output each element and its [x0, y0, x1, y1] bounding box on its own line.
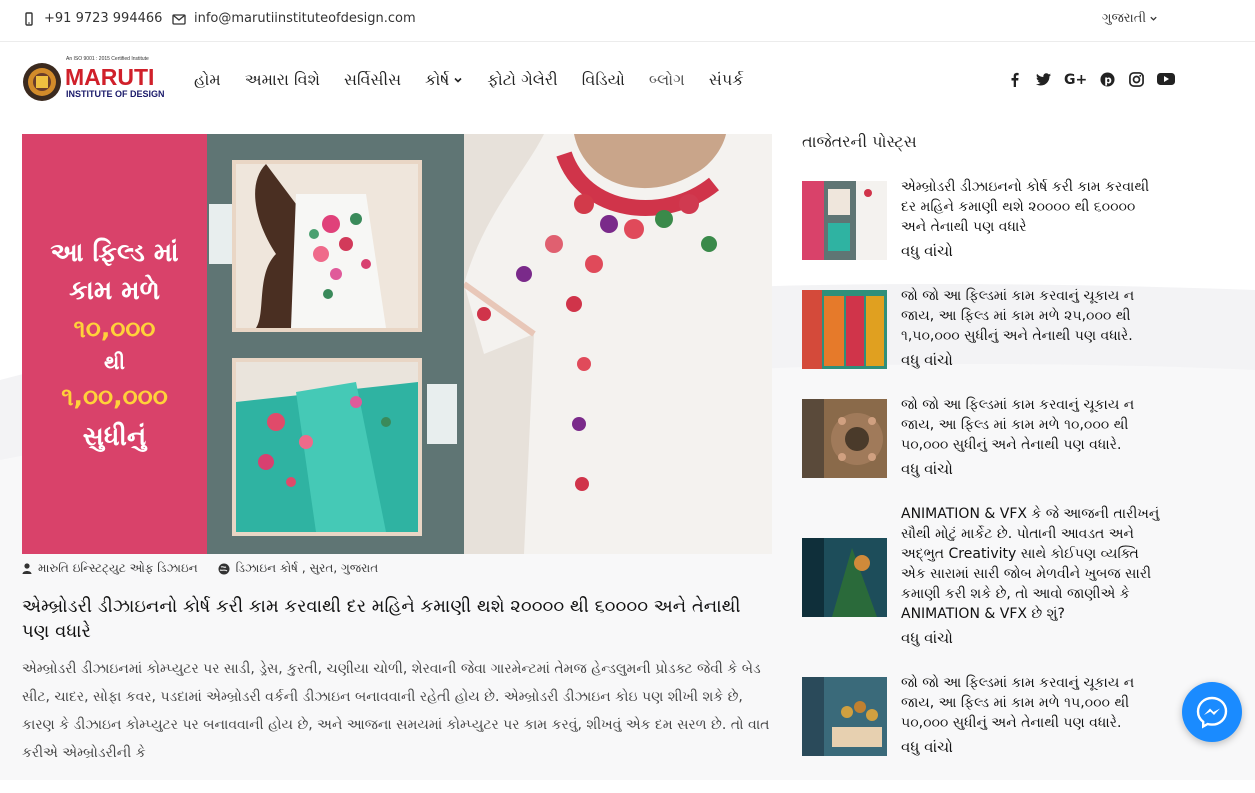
recent-post-thumbnail[interactable]	[802, 677, 887, 756]
recent-posts-sidebar: તાજેતરની પોસ્ટ્સ એમ્બ્રોડરી ડીઝાઇનનો કોર…	[802, 132, 1172, 756]
nav-contact-label: સંપર્ક	[708, 70, 744, 89]
svg-text:G+: G+	[1064, 72, 1086, 86]
banner-line-3: ૧૦,૦૦૦	[73, 314, 156, 343]
recent-post-title[interactable]: જો જો આ ફિલ્ડમાં કામ કરવાનું ચૂકાય ન જાય…	[901, 395, 1163, 455]
recent-post-thumbnail[interactable]	[802, 399, 887, 478]
read-more-link[interactable]: વધુ વાંચો	[901, 351, 953, 369]
svg-text:p: p	[1104, 74, 1111, 86]
nav-courses[interactable]: કોર્ષ	[425, 70, 463, 90]
recent-post-title[interactable]: જો જો આ ફિલ્ડમાં કામ કરવાનું ચૂકાય ન જાય…	[901, 673, 1163, 733]
recent-post-thumbnail[interactable]	[802, 290, 887, 369]
dress-photo	[232, 160, 422, 332]
nav-home-label: હોમ	[194, 70, 221, 89]
recent-post-thumbnail[interactable]	[802, 538, 887, 617]
read-more-link[interactable]: વધુ વાંચો	[901, 460, 953, 478]
phone-contact[interactable]: +91 9723 994466	[22, 11, 162, 26]
recent-post-thumbnail[interactable]	[802, 181, 887, 260]
recent-post-title[interactable]: ANIMATION & VFX કે જે આજની તારીખનું સૌથી…	[901, 504, 1163, 624]
nav-blog-label: બ્લોગ	[648, 70, 685, 89]
main-navigation: હોમ અમારા વિશે સર્વિસીસ કોર્ષ ફોટો ગેલેર…	[194, 70, 768, 90]
site-logo[interactable]: An ISO 9001 : 2015 Certified Institute M…	[22, 54, 164, 110]
post-author[interactable]: મારુતિ ઇન્સ્ટિટ્યુટ ઓફ ડિઝાઇન	[38, 561, 198, 576]
nav-contact[interactable]: સંપર્ક	[709, 70, 744, 90]
site-header: An ISO 9001 : 2015 Certified Institute M…	[0, 42, 1255, 122]
post-title[interactable]: એમ્બ્રોડરી ડીઝાઇનનો કોર્ષ કરી કામ કરવાથી…	[22, 594, 762, 644]
embroidered-blouse-photo	[464, 134, 772, 554]
email-contact[interactable]: info@marutiinstituteofdesign.com	[172, 11, 416, 26]
nav-services-label: સર્વિસીસ	[343, 70, 402, 89]
recent-post-title[interactable]: એમ્બ્રોડરી ડીઝાઇનનો કોર્ષ કરી કામ કરવાથી…	[901, 177, 1163, 237]
social-links: G+ p	[1006, 71, 1175, 87]
banner-text-panel	[22, 134, 207, 554]
pinterest-icon[interactable]: p	[1099, 71, 1115, 87]
nav-photo-gallery[interactable]: ફોટો ગેલેરી	[487, 70, 557, 90]
language-selector[interactable]: ગુજરાતી	[1102, 11, 1158, 26]
banner-line-6: સુધીનું	[82, 422, 147, 452]
globe-icon	[218, 563, 230, 574]
svg-text:INSTITUTE OF DESIGN: INSTITUTE OF DESIGN	[66, 89, 164, 99]
banner-line-4: થી	[103, 350, 126, 374]
chevron-down-icon	[1150, 16, 1157, 21]
post-excerpt: એમ્બ્રોડરી ડીઝાઇનમાં કોમ્પ્યુટર પર સાડી,…	[22, 661, 770, 761]
youtube-icon[interactable]	[1157, 71, 1175, 87]
featured-post-image[interactable]: આ ફિલ્ડ માં કામ મળે ૧૦,૦૦૦ થી ૧,૦૦,૦૦૦ સ…	[22, 134, 772, 554]
chevron-down-icon	[454, 77, 462, 83]
read-more-link[interactable]: વધુ વાંચો	[901, 242, 953, 260]
email-address: info@marutiinstituteofdesign.com	[194, 11, 416, 26]
nav-about-label: અમારા વિશે	[244, 70, 320, 89]
post-meta: મારુતિ ઇન્સ્ટિટ્યુટ ઓફ ડિઝાઇન ડિઝાઇન કોર…	[22, 561, 378, 576]
post-categories[interactable]: ડિઝાઇન કોર્ષ , સુરત, ગુજરાત	[236, 561, 379, 576]
nav-home[interactable]: હોમ	[194, 70, 221, 90]
banner-line-5: ૧,૦૦,૦૦૦	[61, 382, 168, 411]
top-bar: +91 9723 994466 info@marutiinstituteofde…	[0, 0, 1255, 42]
nav-courses-label: કોર્ષ	[425, 70, 450, 89]
sidebar-heading: તાજેતરની પોસ્ટ્સ	[802, 132, 917, 151]
banner-line-1: આ ફિલ્ડ માં	[50, 238, 179, 268]
google-plus-icon[interactable]: G+	[1064, 71, 1086, 87]
nav-photo-gallery-label: ફોટો ગેલેરી	[487, 70, 558, 89]
nav-video-label: વિડિયો	[581, 70, 625, 89]
facebook-icon[interactable]	[1006, 71, 1022, 87]
banner-side-strip	[427, 384, 457, 444]
recent-post-title[interactable]: જો જો આ ફિલ્ડમાં કામ કરવાનું ચૂકાય ન જાય…	[901, 286, 1163, 346]
phone-number: +91 9723 994466	[44, 11, 163, 26]
svg-text:MARUTI: MARUTI	[65, 64, 154, 90]
language-label: ગુજરાતી	[1102, 11, 1147, 26]
read-more-link[interactable]: વધુ વાંચો	[901, 629, 953, 647]
messenger-chat-button[interactable]	[1182, 682, 1242, 742]
nav-blog[interactable]: બ્લોગ	[649, 70, 685, 90]
banner-line-2: કામ મળે	[69, 276, 160, 306]
saree-photo	[232, 358, 422, 536]
twitter-icon[interactable]	[1035, 71, 1051, 87]
user-icon	[22, 563, 32, 574]
read-more-link[interactable]: વધુ વાંચો	[901, 738, 953, 756]
nav-about[interactable]: અમારા વિશે	[245, 70, 320, 90]
envelope-icon	[172, 13, 186, 25]
svg-text:An ISO 9001 : 2015 Certified I: An ISO 9001 : 2015 Certified Institute	[66, 56, 149, 62]
nav-video[interactable]: વિડિયો	[582, 70, 625, 90]
instagram-icon[interactable]	[1128, 71, 1144, 87]
mobile-phone-icon	[25, 11, 33, 26]
messenger-icon	[1196, 696, 1228, 729]
nav-services[interactable]: સર્વિસીસ	[344, 70, 401, 90]
